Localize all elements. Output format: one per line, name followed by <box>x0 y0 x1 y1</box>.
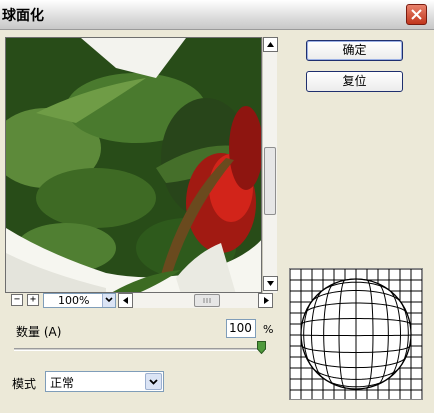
plus-icon: + <box>29 294 37 305</box>
zoom-dropdown-button[interactable] <box>102 294 115 307</box>
zoom-out-button[interactable]: − <box>11 294 23 306</box>
preview-photo <box>6 38 261 292</box>
vertical-scroll-thumb[interactable] <box>264 147 276 215</box>
close-button[interactable] <box>406 4 427 25</box>
warped-grid-line <box>300 334 412 337</box>
arrow-up-icon <box>267 42 274 47</box>
zoom-in-button[interactable]: + <box>27 294 39 306</box>
minus-icon: − <box>13 294 21 305</box>
close-icon <box>411 9 422 20</box>
arrow-right-icon <box>264 297 269 304</box>
spherize-grid-preview <box>289 268 423 400</box>
ok-button[interactable]: 确定 <box>306 40 403 61</box>
window-title: 球面化 <box>2 8 44 24</box>
mode-dropdown-button[interactable] <box>145 373 162 390</box>
chevron-down-icon <box>105 297 113 303</box>
amount-slider-thumb[interactable] <box>257 341 266 354</box>
zoom-value: 100% <box>58 294 90 307</box>
amount-unit: % <box>263 323 274 336</box>
preview-image[interactable] <box>5 37 262 293</box>
mode-value: 正常 <box>50 376 75 390</box>
zoom-select[interactable]: 100% <box>43 293 116 308</box>
amount-slider-track[interactable] <box>14 348 266 351</box>
arrow-left-icon <box>123 297 128 304</box>
mode-label: 模式 <box>12 377 37 391</box>
preview-toolbar: − + 100% <box>5 293 277 309</box>
scroll-left-button[interactable] <box>118 293 133 308</box>
scroll-right-button[interactable] <box>258 293 273 308</box>
preview-vertical-scrollbar[interactable] <box>262 37 278 293</box>
chevron-down-icon <box>149 379 158 385</box>
arrow-down-icon <box>267 281 274 286</box>
horizontal-scroll-thumb[interactable] <box>194 294 220 307</box>
preview-horizontal-scrollbar[interactable] <box>118 293 273 308</box>
title-bar[interactable]: 球面化 <box>0 0 434 30</box>
scroll-up-button[interactable] <box>263 37 278 52</box>
amount-label: 数量 (A) <box>16 325 62 339</box>
mode-select[interactable]: 正常 <box>45 371 164 392</box>
amount-input[interactable]: 100 <box>226 319 256 338</box>
scroll-down-button[interactable] <box>263 276 278 291</box>
reset-button[interactable]: 复位 <box>306 71 403 92</box>
spherize-dialog: 球面化 − + 100% 确定 复位 数量 (A) 100 % 模式 正常 <box>0 0 434 413</box>
grip-icon <box>203 298 211 303</box>
distorted-grid <box>289 268 423 399</box>
